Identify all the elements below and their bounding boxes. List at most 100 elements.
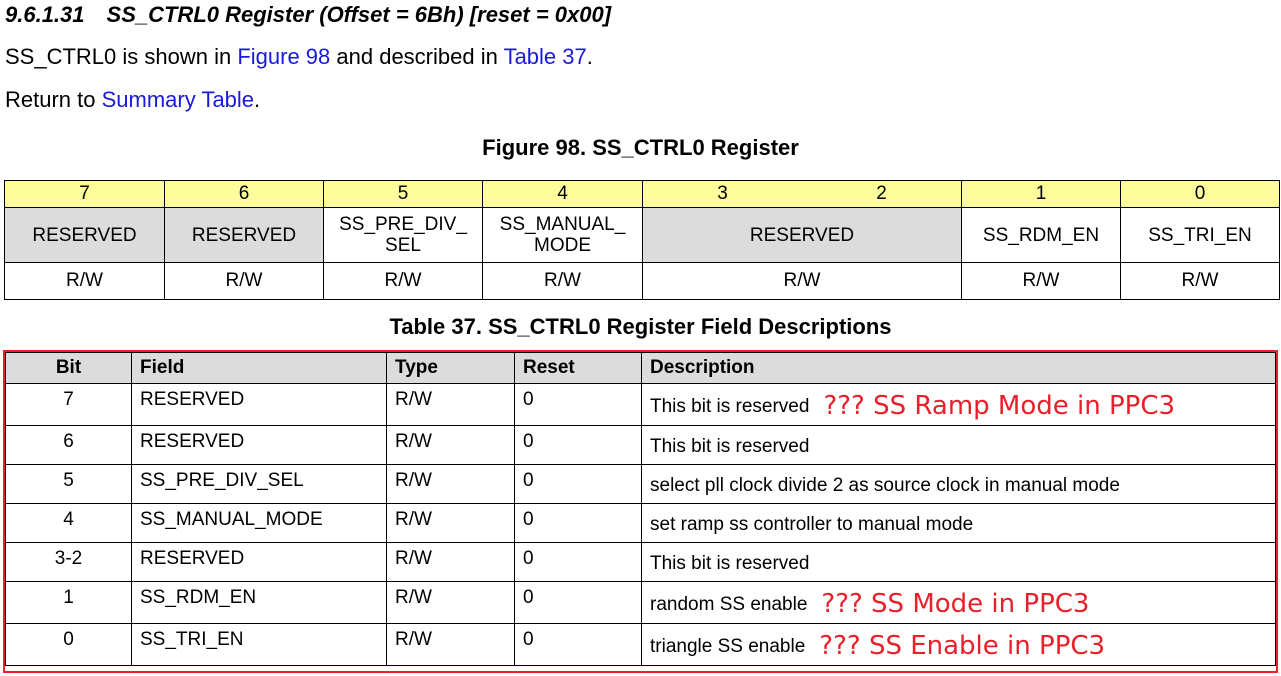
row-type: R/W — [386, 464, 515, 504]
intro-text-end: . — [586, 44, 593, 69]
row-type: R/W — [386, 623, 515, 666]
row-reset: 0 — [514, 464, 642, 504]
field-access: R/W — [323, 262, 483, 300]
summary-table-link[interactable]: Summary Table — [102, 87, 254, 112]
access-row: R/W R/W R/W R/W R/W R/W R/W — [4, 262, 1280, 300]
description-text: This bit is reserved — [650, 436, 810, 457]
row-field: SS_MANUAL_MODE — [131, 503, 387, 543]
row-field: SS_RDM_EN — [131, 581, 387, 624]
row-bit: 4 — [5, 503, 132, 543]
bit-number: 4 — [482, 180, 643, 208]
figure-98-link[interactable]: Figure 98 — [237, 44, 330, 69]
row-reset: 0 — [514, 425, 642, 465]
bit-number: 7 — [4, 180, 165, 208]
row-type: R/W — [386, 581, 515, 624]
field-name-cell: SS_RDM_EN — [961, 207, 1121, 263]
figure-title: Figure 98. SS_CTRL0 Register — [482, 135, 799, 160]
row-field: SS_PRE_DIV_SEL — [131, 464, 387, 504]
table-37-link[interactable]: Table 37 — [504, 44, 587, 69]
handwritten-annotation: ??? SS Mode in PPC3 — [821, 589, 1090, 619]
description-text: select pll clock divide 2 as source cloc… — [650, 475, 1120, 496]
row-bit: 6 — [5, 425, 132, 465]
section-heading: 9.6.1.31 SS_CTRL0 Register (Offset = 6Bh)… — [5, 2, 611, 28]
annotation-highlight-box: Bit Field Type Reset Description 7 RESERV… — [3, 350, 1278, 673]
description-text: set ramp ss controller to manual mode — [650, 514, 974, 535]
bit-number: 1 — [961, 180, 1121, 208]
bit-number: 5 — [323, 180, 483, 208]
field-access: R/W — [482, 262, 643, 300]
bit-number-pair: 32 — [642, 180, 962, 208]
section-title: SS_CTRL0 Register (Offset = 6Bh) [reset … — [106, 2, 612, 27]
description-text: This bit is reserved — [650, 553, 810, 574]
register-figure: 7 6 5 4 32 1 0 RESERVED RESERVED SS_PRE_… — [4, 180, 1280, 300]
field-access: R/W — [642, 262, 962, 300]
header-type: Type — [386, 352, 515, 384]
row-field: SS_TRI_EN — [131, 623, 387, 666]
description-text: triangle SS enable — [650, 636, 806, 657]
section-number: 9.6.1.31 — [5, 2, 85, 27]
row-description: set ramp ss controller to manual mode — [641, 503, 1276, 543]
table-header-row: Bit Field Type Reset Description — [5, 352, 1276, 384]
field-name-cell: SS_TRI_EN — [1120, 207, 1280, 263]
field-name: SS_MANUAL_ — [499, 214, 626, 235]
intro-text-mid: and described in — [330, 44, 504, 69]
field-name: RESERVED — [749, 224, 855, 246]
handwritten-annotation: ??? SS Ramp Mode in PPC3 — [823, 391, 1176, 421]
row-type: R/W — [386, 503, 515, 543]
row-description: select pll clock divide 2 as source cloc… — [641, 464, 1276, 504]
row-bit: 3-2 — [5, 542, 132, 582]
description-text: random SS enable — [650, 594, 808, 615]
field-access: R/W — [961, 262, 1121, 300]
field-access: R/W — [1120, 262, 1280, 300]
row-type: R/W — [386, 383, 515, 426]
row-description: This bit is reserved — [641, 425, 1276, 465]
table-title: Table 37. SS_CTRL0 Register Field Descri… — [389, 314, 892, 339]
table-row: 7 RESERVED R/W 0 This bit is reserved ??? SS … — [5, 383, 1276, 426]
intro-text: SS_CTRL0 is shown in — [5, 44, 238, 69]
row-reset: 0 — [514, 383, 642, 426]
intro-paragraph: SS_CTRL0 is shown in Figure 98 and descr… — [5, 44, 593, 70]
field-name: SS_PRE_DIV_ — [339, 214, 467, 235]
row-description: random SS enable ??? SS Mode in PPC3 — [641, 581, 1276, 624]
table-row: 5 SS_PRE_DIV_SEL R/W 0 select pll clock divi… — [5, 464, 1276, 504]
row-bit: 1 — [5, 581, 132, 624]
row-description: This bit is reserved ??? SS Ramp Mode in … — [641, 383, 1276, 426]
field-access: R/W — [164, 262, 324, 300]
field-name: RESERVED — [32, 224, 137, 246]
header-field: Field — [131, 352, 387, 384]
bit-number: 3 — [717, 183, 728, 204]
header-bit: Bit — [5, 352, 132, 384]
bit-number: 0 — [1120, 180, 1280, 208]
bit-number: 2 — [876, 183, 887, 204]
field-name: SS_RDM_EN — [982, 224, 1100, 246]
row-bit: 5 — [5, 464, 132, 504]
field-description-table: Bit Field Type Reset Description 7 RESERV… — [5, 352, 1276, 666]
row-bit: 7 — [5, 383, 132, 426]
field-access: R/W — [4, 262, 165, 300]
row-type: R/W — [386, 425, 515, 465]
table-row: 1 SS_RDM_EN R/W 0 random SS enable ??? SS Mod… — [5, 581, 1276, 624]
table-row: 0 SS_TRI_EN R/W 0 triangle SS enable??? SS E… — [5, 623, 1276, 666]
bit-number-row: 7 6 5 4 32 1 0 — [4, 180, 1280, 208]
field-name-cell: RESERVED — [164, 207, 324, 263]
row-reset: 0 — [514, 503, 642, 543]
field-name: SS_TRI_EN — [1148, 224, 1252, 246]
row-bit: 0 — [5, 623, 132, 666]
field-name-cell: SS_PRE_DIV_ SEL — [323, 207, 483, 263]
header-reset: Reset — [514, 352, 642, 384]
row-field: RESERVED — [131, 383, 387, 426]
row-field: RESERVED — [131, 425, 387, 465]
row-reset: 0 — [514, 623, 642, 666]
table-row: 6 RESERVED R/W 0 This bit is reserved — [5, 425, 1276, 465]
field-name-row: RESERVED RESERVED SS_PRE_DIV_ SEL SS_MANU… — [4, 207, 1280, 263]
header-description: Description — [641, 352, 1276, 384]
field-name: RESERVED — [191, 224, 297, 246]
field-name-cell: RESERVED — [4, 207, 165, 263]
row-type: R/W — [386, 542, 515, 582]
handwritten-annotation: ??? SS Enable in PPC3 — [819, 631, 1106, 661]
bit-number: 6 — [164, 180, 324, 208]
table-row: 3-2 RESERVED R/W 0 This bit is reserved — [5, 542, 1276, 582]
return-text-end: . — [254, 87, 261, 112]
row-description: triangle SS enable ??? SS Enable in PPC3 — [641, 623, 1276, 666]
field-name-cont: SEL — [385, 235, 421, 256]
